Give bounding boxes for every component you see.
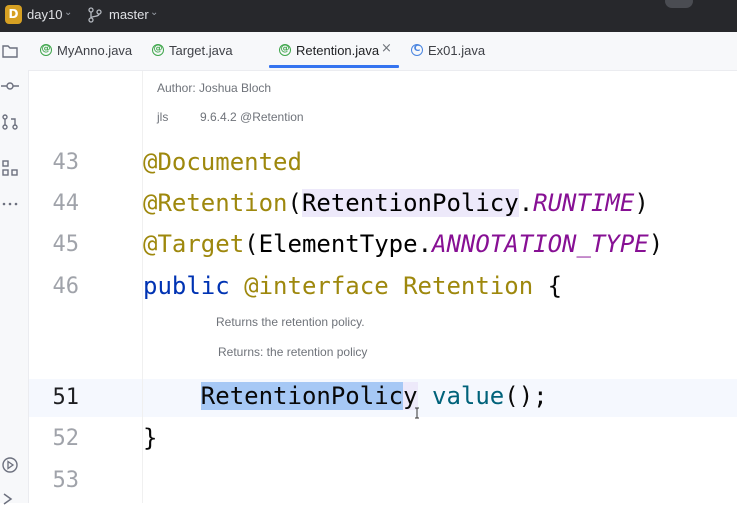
chevron-down-icon[interactable]: ⌄ [150, 7, 158, 18]
selected-text[interactable]: RetentionPolic [200, 382, 404, 410]
tab-label: Ex01.java [428, 43, 486, 58]
paren: ( [244, 230, 259, 258]
line-number[interactable]: 43 [29, 150, 80, 175]
constant-token: ANNOTATION_TYPE [432, 230, 649, 258]
code-line-45[interactable]: @Target(ElementType.ANNOTATION_TYPE) [143, 230, 663, 258]
annotation-icon: @ [40, 44, 52, 56]
doc-jls-value: 9.6.4.2 @Retention [200, 110, 304, 124]
annotation-token: @Target [143, 230, 245, 258]
method-token: value [432, 382, 505, 410]
project-name[interactable]: day10 [27, 7, 62, 22]
code-line-46[interactable]: public @interface Retention { [143, 272, 562, 300]
tab-retention[interactable]: @ Retention.java × [269, 32, 399, 70]
code-line-52[interactable]: } [143, 424, 157, 452]
code-line-43[interactable]: @Documented [143, 148, 302, 176]
tab-label: Retention.java [296, 43, 380, 58]
active-tab-indicator [269, 65, 399, 68]
dot: . [417, 230, 433, 258]
project-badge[interactable]: D [5, 5, 22, 24]
line-number[interactable]: 45 [29, 232, 80, 257]
tab-label: Target.java [169, 43, 233, 58]
paren: ( [287, 189, 302, 217]
more-icon[interactable] [1, 195, 19, 213]
annotation-token: @Retention [143, 189, 288, 217]
pull-request-icon[interactable] [1, 113, 19, 131]
annotation-icon: @ [279, 44, 291, 56]
annotation-token: @Documented [143, 148, 302, 176]
line-number[interactable]: 52 [29, 426, 80, 451]
type-token-rest: y [403, 382, 418, 410]
run-icon[interactable] [1, 456, 19, 474]
dot: . [518, 189, 534, 217]
title-bar: D day10 ⌄ master ⌄ [0, 0, 737, 32]
code-editor[interactable]: Author: Joshua Bloch jls 9.6.4.2 @Retent… [29, 71, 737, 503]
commit-icon[interactable] [1, 77, 19, 95]
class-icon: C [411, 44, 423, 56]
chevron-down-icon[interactable]: ⌄ [64, 7, 72, 18]
constant-token: RUNTIME [533, 189, 635, 217]
class-token: RetentionPolicy [301, 189, 519, 217]
line-number[interactable]: 51 [29, 385, 80, 410]
brace: } [143, 424, 158, 452]
doc-returns: Returns: the retention policy [218, 345, 368, 359]
close-icon[interactable]: × [381, 41, 392, 56]
paren: ) [648, 230, 664, 258]
structure-icon[interactable] [1, 159, 19, 177]
window-control[interactable] [665, 0, 693, 8]
call-tail: (); [504, 382, 548, 410]
terminal-icon[interactable] [1, 490, 19, 508]
text-cursor-icon [415, 407, 419, 419]
line-number[interactable]: 46 [29, 274, 80, 299]
class-token: ElementType [258, 230, 418, 258]
keyword-token: public [143, 272, 230, 300]
tab-label: MyAnno.java [57, 43, 133, 58]
git-branch-icon[interactable] [88, 7, 102, 23]
line-number[interactable]: 44 [29, 191, 80, 216]
folder-icon[interactable] [1, 42, 19, 60]
code-line-51[interactable]: RetentionPolicy value(); [143, 382, 548, 410]
paren: ) [634, 189, 649, 217]
doc-summary: Returns the retention policy. [216, 315, 365, 329]
interface-keyword-token: @interface [244, 272, 389, 300]
doc-author: Author: Joshua Bloch [157, 81, 272, 95]
branch-name[interactable]: master [109, 7, 149, 22]
line-number[interactable]: 53 [29, 468, 80, 493]
doc-jls-label: jls [157, 110, 169, 124]
editor-tab-bar: @ MyAnno.java @ Target.java @ Retention.… [28, 32, 737, 71]
brace: { [547, 272, 563, 300]
type-name-token: Retention [403, 272, 534, 300]
tool-window-strip [0, 32, 29, 505]
annotation-icon: @ [152, 44, 164, 56]
code-line-44[interactable]: @Retention(RetentionPolicy.RUNTIME) [143, 189, 649, 217]
